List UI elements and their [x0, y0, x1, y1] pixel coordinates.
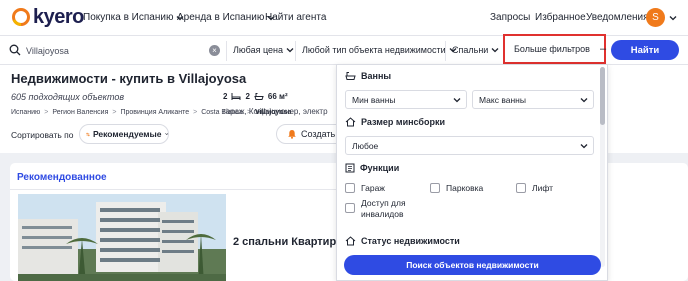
max-baths-select[interactable]: Макс ванны: [472, 90, 594, 109]
chevron-down-icon: [286, 48, 294, 53]
chevron-down-icon: [164, 133, 168, 136]
plot-size-label: Размер минсборки: [361, 117, 446, 127]
divider: [295, 41, 296, 61]
sort-value: Рекомендуемые: [92, 129, 162, 139]
breadcrumb-item[interactable]: Регион Валенсия: [52, 109, 108, 116]
feature-label: Лифт: [532, 183, 554, 193]
collapse-toggle: –: [599, 43, 607, 55]
listing-features: гараж, Кондиционер, электр: [223, 107, 328, 116]
more-filters-panel: Ванны Мин ванны Макс ванны Размер минсбо…: [336, 64, 608, 281]
checkbox[interactable]: [516, 183, 526, 193]
chevron-down-icon: [453, 98, 461, 103]
more-filters-button[interactable]: Больше фильтров –: [503, 34, 606, 64]
price-filter-label: Любая цена: [233, 45, 284, 55]
avatar[interactable]: S: [646, 8, 665, 27]
featured-heading: Рекомендованное: [17, 172, 107, 183]
property-type-filter[interactable]: Любой тип объекта недвижимости: [302, 45, 457, 55]
top-navigation: kyero Покупка в Испанию Аренда в Испанию…: [0, 0, 688, 34]
sort-select[interactable]: Рекомендуемые: [79, 124, 169, 144]
min-baths-value: Мин ванны: [352, 94, 396, 105]
nav-favorites[interactable]: Избранное: [535, 12, 586, 23]
bed-icon: [231, 93, 241, 100]
building-photo-illustration: [18, 194, 226, 281]
divider: [226, 41, 227, 61]
search-input[interactable]: [26, 43, 216, 59]
featured-section: Рекомендованное 2 спальни Квартира в: [10, 163, 344, 281]
find-button[interactable]: Найти: [611, 40, 679, 60]
nav-find-agent[interactable]: Найти агента: [265, 12, 326, 23]
sort-icon: [86, 132, 90, 136]
nav-rent-label: Аренда в Испанию: [177, 12, 265, 23]
feature-elevator-checkbox[interactable]: Лифт: [516, 183, 553, 193]
feature-label: Гараж: [361, 183, 385, 193]
house-icon: [345, 236, 356, 246]
status-heading: Статус недвижимости: [345, 236, 460, 246]
status-heading-label: Статус недвижимости: [361, 236, 460, 246]
kyero-logo-icon: [12, 8, 30, 26]
page-title: Недвижимости - купить в Villajoyosa: [11, 71, 247, 86]
sort-label: Сортировать по: [11, 130, 74, 140]
checkbox[interactable]: [345, 183, 355, 193]
listing-title[interactable]: 2 спальни Квартира в: [233, 236, 344, 248]
nav-requests[interactable]: Запросы: [490, 12, 530, 23]
listing-specs: 2 2 66 м²: [223, 92, 288, 101]
plot-size-value: Любое: [352, 140, 379, 151]
features-heading-label: Функции: [360, 163, 400, 173]
feature-accessibility-checkbox[interactable]: Доступ для инвалидов: [345, 198, 425, 220]
nav-notifications[interactable]: Уведомления: [586, 12, 649, 23]
more-filters-label: Больше фильтров: [514, 44, 590, 54]
feature-garage-checkbox[interactable]: Гараж: [345, 183, 385, 193]
chevron-down-icon: [491, 48, 499, 53]
search-properties-button[interactable]: Поиск объектов недвижимости: [344, 255, 601, 275]
breadcrumb-item[interactable]: Провинция Аликанте: [120, 109, 189, 116]
house-icon: [345, 117, 356, 127]
baths-heading-label: Ванны: [361, 71, 392, 81]
property-type-label: Любой тип объекта недвижимости: [302, 45, 446, 55]
feature-label: Доступ для инвалидов: [361, 198, 406, 219]
breadcrumb-separator: >: [112, 109, 117, 116]
kyero-logo[interactable]: kyero: [12, 6, 84, 28]
beds-value: 2: [223, 92, 228, 101]
feature-parking-checkbox[interactable]: Парковка: [430, 183, 483, 193]
plot-size-select[interactable]: Любое: [345, 136, 594, 155]
scrollbar-thumb[interactable]: [600, 67, 605, 125]
results-count: 605 подходящих объектов: [11, 92, 125, 102]
chevron-down-icon: [580, 98, 588, 103]
area-value: 66 м²: [267, 92, 288, 101]
breadcrumb-separator: >: [193, 109, 198, 116]
breadcrumb-item[interactable]: Испанию: [11, 109, 40, 116]
nav-buy[interactable]: Покупка в Испанию: [83, 12, 184, 23]
bedrooms-label: Спальни: [452, 45, 489, 55]
features-heading: Функции: [345, 163, 399, 173]
chevron-down-icon[interactable]: [669, 14, 677, 22]
nav-buy-label: Покупка в Испанию: [83, 12, 174, 23]
baths-heading: Ванны: [345, 71, 391, 81]
max-baths-value: Макс ванны: [479, 94, 526, 105]
bell-icon: [288, 130, 296, 139]
bedrooms-filter[interactable]: Спальни: [452, 45, 499, 55]
min-baths-select[interactable]: Мин ванны: [345, 90, 467, 109]
bath-icon: [254, 93, 264, 100]
plot-size-heading: Размер минсборки: [345, 117, 445, 127]
baths-value: 2: [245, 92, 250, 101]
checkbox[interactable]: [345, 203, 355, 213]
bath-icon: [345, 72, 356, 80]
list-icon: [345, 163, 355, 173]
search-icon: [9, 44, 21, 56]
brand-name: kyero: [33, 6, 84, 28]
nav-rent[interactable]: Аренда в Испанию: [177, 12, 275, 23]
checkbox[interactable]: [430, 183, 440, 193]
property-photo[interactable]: [18, 194, 226, 281]
feature-label: Парковка: [446, 183, 484, 193]
divider: [445, 41, 446, 61]
chevron-down-icon: [580, 144, 588, 149]
clear-icon[interactable]: ×: [209, 45, 220, 56]
divider: [10, 189, 344, 190]
price-filter[interactable]: Любая цена: [233, 45, 294, 55]
breadcrumb-separator: >: [44, 109, 49, 116]
scrollbar[interactable]: [600, 67, 605, 267]
